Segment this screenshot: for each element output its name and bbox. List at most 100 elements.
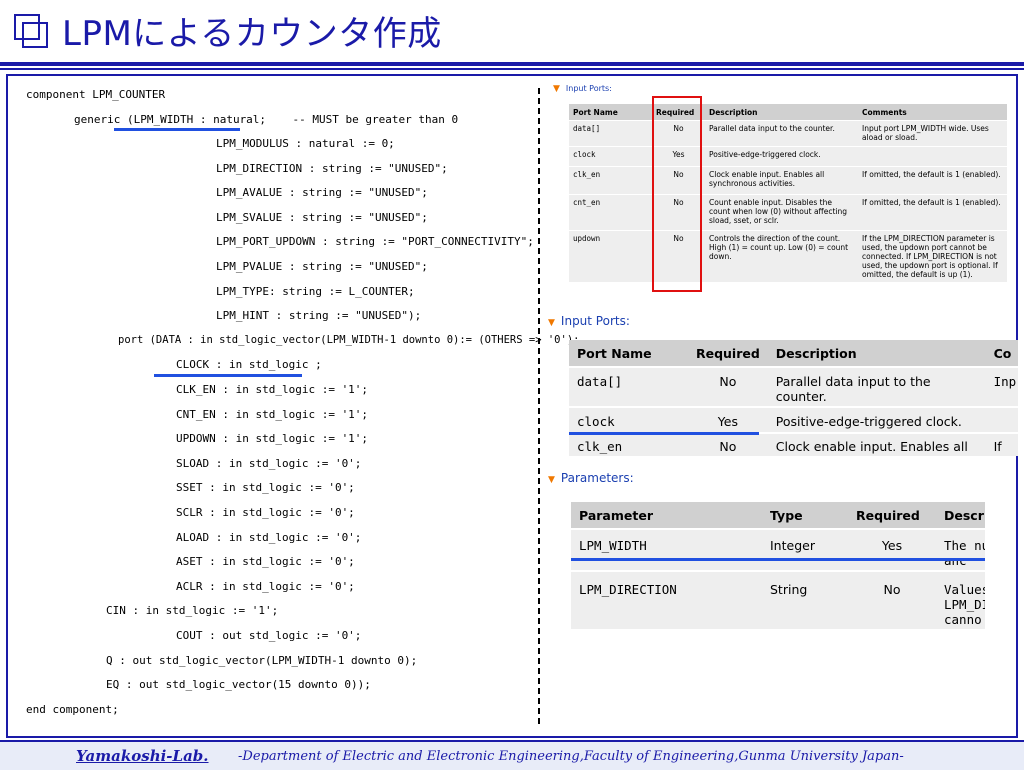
port-name: data[] [569, 366, 688, 407]
lab-name: Yamakoshi-Lab. [76, 747, 209, 765]
code-line: ACLR : in std_logic := '0'; [176, 580, 355, 593]
table-row: clock Yes Positive-edge-triggered clock. [569, 406, 1018, 433]
description: Parallel data input to the counter. [705, 120, 858, 147]
code-line: CLOCK : in std_logic ; [176, 358, 322, 371]
collapse-arrow-icon: ▼ [548, 318, 555, 328]
parameters-heading: ▼ Parameters: [548, 471, 634, 485]
comments: If the LPM_DIRECTION parameter is used, … [858, 230, 1007, 282]
footer-bar: Yamakoshi-Lab. -Department of Electric a… [0, 740, 1024, 770]
description: Parallel data input to the counter. [767, 366, 986, 407]
parameters-table: Parameter Type Required Descr LPM_WIDTH … [571, 502, 985, 629]
input-ports-heading-small: ▼ Input Ports: [553, 84, 612, 94]
table-row: clock Yes Positive-edge-triggered clock. [569, 146, 1007, 167]
section-label: Input Ports: [560, 314, 630, 328]
col-header: Port Name [569, 104, 652, 121]
table-row: LPM_DIRECTION String No Values LPM_DI ca… [571, 570, 985, 629]
code-line: ASET : in std_logic := '0'; [176, 555, 355, 568]
required-value: No [848, 570, 936, 629]
clock-highlight [154, 374, 302, 377]
description: Controls the direction of the count. Hig… [705, 230, 858, 282]
required-column-highlight [652, 96, 702, 292]
code-line: LPM_PVALUE : string := "UNUSED"; [216, 260, 428, 273]
table-row: updown No Controls the direction of the … [569, 230, 1007, 282]
lpm-width-row-highlight [571, 558, 985, 561]
col-header: Required [687, 340, 768, 367]
title-bullet-icon [14, 14, 48, 48]
comments [858, 146, 1007, 167]
comments [985, 406, 1018, 433]
code-line: SLOAD : in std_logic := '0'; [176, 457, 362, 470]
col-header: Descr [936, 502, 985, 529]
code-line: LPM_MODULUS : natural := 0; [216, 137, 395, 150]
code-line: Q : out std_logic_vector(LPM_WIDTH-1 dow… [106, 654, 418, 667]
table-row: clk_en No Clock enable input. Enables al… [569, 166, 1007, 195]
code-line: generic (LPM_WIDTH : natural; -- MUST be… [74, 113, 459, 126]
table-row: LPM_WIDTH Integer Yes The nu [] anc [571, 528, 985, 571]
table-row: data[] No Parallel data input to the cou… [569, 120, 1007, 147]
description: Values LPM_DI canno [936, 570, 985, 629]
title-rule-thin [0, 68, 1024, 70]
parameter-type: String [762, 570, 848, 629]
code-line: end component; [26, 703, 119, 716]
code-line: LPM_HINT : string := "UNUSED"); [216, 309, 422, 322]
code-line: COUT : out std_logic := '0'; [176, 629, 362, 642]
port-name: clock [569, 406, 688, 433]
col-header: Comments [858, 104, 1007, 121]
section-label: Parameters: [560, 471, 634, 485]
code-line: LPM_AVALUE : string := "UNUSED"; [216, 186, 428, 199]
table-row: data[] No Parallel data input to the cou… [569, 366, 1018, 407]
code-line: SSET : in std_logic := '0'; [176, 481, 355, 494]
required-value: Yes [687, 406, 768, 433]
table-row: clk_en No Clock enable input. Enables al… [569, 432, 1018, 456]
input-ports-table-small: Port Name Required Description Comments … [569, 104, 1007, 282]
collapse-arrow-icon: ▼ [548, 475, 555, 485]
clock-row-highlight [569, 432, 759, 435]
col-header: Co [985, 340, 1018, 367]
input-ports-zoom: Port Name Required Description Co data[]… [569, 340, 1018, 456]
lpm-width-highlight [114, 128, 240, 131]
vhdl-code-block: component LPM_COUNTER generic (LPM_WIDTH… [26, 88, 579, 716]
description: Positive-edge-triggered clock. [767, 406, 986, 433]
comments: If omitted, the default is 1 (enabled). [858, 194, 1007, 231]
department-text: -Department of Electric and Electronic E… [238, 749, 904, 764]
port-name: cnt_en [569, 194, 652, 231]
port-name: updown [569, 230, 652, 282]
comments: If omitted, the default is 1 (enabled). [858, 166, 1007, 195]
input-ports-table: Port Name Required Description Co data[]… [569, 340, 1018, 456]
col-header: Parameter [571, 502, 762, 529]
title-rule [0, 62, 1024, 66]
collapse-arrow-icon: ▼ [553, 84, 560, 94]
description: The nu [] anc [936, 528, 985, 571]
port-name: clk_en [569, 432, 688, 456]
code-line: ALOAD : in std_logic := '0'; [176, 531, 362, 544]
col-header: Required [848, 502, 936, 529]
section-label: Input Ports: [565, 84, 612, 93]
code-line: SCLR : in std_logic := '0'; [176, 506, 355, 519]
port-name: clock [569, 146, 652, 167]
code-line: EQ : out std_logic_vector(15 downto 0)); [106, 678, 371, 691]
code-line: UPDOWN : in std_logic := '1'; [176, 432, 369, 445]
code-line: LPM_PORT_UPDOWN : string := "PORT_CONNEC… [216, 235, 534, 248]
description: Clock enable input. Enables all synchron… [705, 166, 858, 195]
description: Count enable input. Disables the count w… [705, 194, 858, 231]
description: Positive-edge-triggered clock. [705, 146, 858, 167]
required-value: Yes [848, 528, 936, 571]
code-line: port (DATA : in std_logic_vector(LPM_WID… [118, 334, 580, 346]
col-header: Type [762, 502, 848, 529]
parameters-zoom: Parameter Type Required Descr LPM_WIDTH … [571, 502, 985, 632]
col-header: Description [767, 340, 986, 367]
parameter-name: LPM_DIRECTION [571, 570, 762, 629]
required-value: No [687, 432, 768, 456]
comments: Input port LPM_WIDTH wide. Uses aload or… [858, 120, 1007, 147]
code-line: LPM_SVALUE : string := "UNUSED"; [216, 211, 428, 224]
input-ports-heading: ▼ Input Ports: [548, 314, 630, 328]
code-line: CNT_EN : in std_logic := '1'; [176, 408, 369, 421]
parameter-name: LPM_WIDTH [571, 528, 762, 571]
col-header: Description [705, 104, 858, 121]
slide-title: LPMによるカウンタ作成 [62, 14, 442, 54]
code-line: LPM_DIRECTION : string := "UNUSED"; [216, 162, 448, 175]
port-name: data[] [569, 120, 652, 147]
code-line: LPM_TYPE: string := L_COUNTER; [216, 285, 415, 298]
comments: Inp al [985, 366, 1018, 407]
port-name: clk_en [569, 166, 652, 195]
